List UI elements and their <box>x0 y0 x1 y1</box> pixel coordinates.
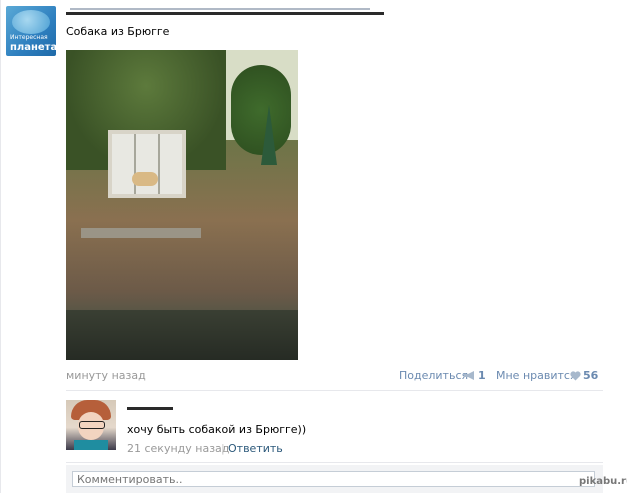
dog <box>132 172 158 186</box>
megaphone-icon[interactable] <box>464 371 475 380</box>
left-border <box>0 0 1 493</box>
photo-window <box>108 130 186 198</box>
comment-time-link[interactable]: 21 секунду назад <box>127 442 229 455</box>
post-text: Собака из Брюгге <box>66 25 170 38</box>
redacted-author-name[interactable] <box>66 6 384 20</box>
comment-text: хочу быть собакой из Брюгге)) <box>127 423 307 436</box>
avatar-caption-line1: Интересная <box>10 34 48 41</box>
community-avatar[interactable]: Интересная планета <box>6 6 56 56</box>
comment-meta-divider: | <box>221 442 225 455</box>
commenter-avatar[interactable] <box>66 400 116 450</box>
heart-icon[interactable] <box>570 371 581 381</box>
post-photo[interactable] <box>66 50 298 360</box>
watermark: pikabu.ru <box>579 476 627 487</box>
globe-icon <box>12 10 50 34</box>
share-count: 1 <box>478 369 486 382</box>
like-button[interactable]: Мне нравится <box>496 369 577 382</box>
comment-input[interactable] <box>72 471 595 487</box>
divider <box>66 462 603 463</box>
redacted-commenter-name[interactable] <box>127 402 173 412</box>
comment-composer <box>66 465 603 493</box>
like-count: 56 <box>583 369 599 382</box>
divider <box>66 390 603 391</box>
avatar-caption-line2: планета <box>10 42 56 53</box>
reply-button[interactable]: Ответить <box>228 442 283 455</box>
share-button[interactable]: Поделиться <box>399 369 468 382</box>
post-time-link[interactable]: минуту назад <box>66 369 146 382</box>
